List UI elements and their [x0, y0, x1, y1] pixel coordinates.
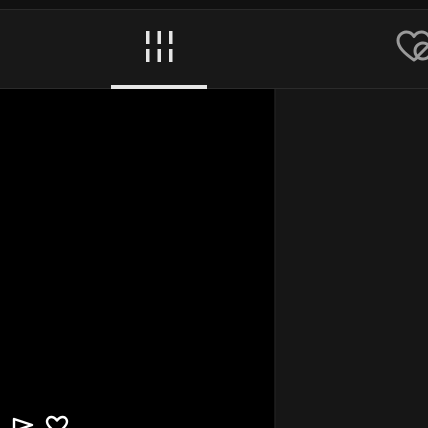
grid-icon — [142, 30, 176, 69]
profile-tab-bar — [0, 10, 428, 89]
top-strip — [0, 0, 428, 10]
heart-off-icon — [394, 27, 428, 72]
media-thumbnail-empty — [275, 89, 428, 428]
send-icon — [10, 415, 36, 428]
media-overlay-icons — [10, 415, 80, 428]
app-root — [0, 0, 428, 428]
tab-favorites[interactable] — [380, 10, 428, 88]
media-thumbnail[interactable] — [0, 89, 274, 428]
tab-grid[interactable] — [111, 10, 207, 89]
profile-content — [0, 89, 428, 428]
heart-outline-icon — [44, 415, 70, 428]
